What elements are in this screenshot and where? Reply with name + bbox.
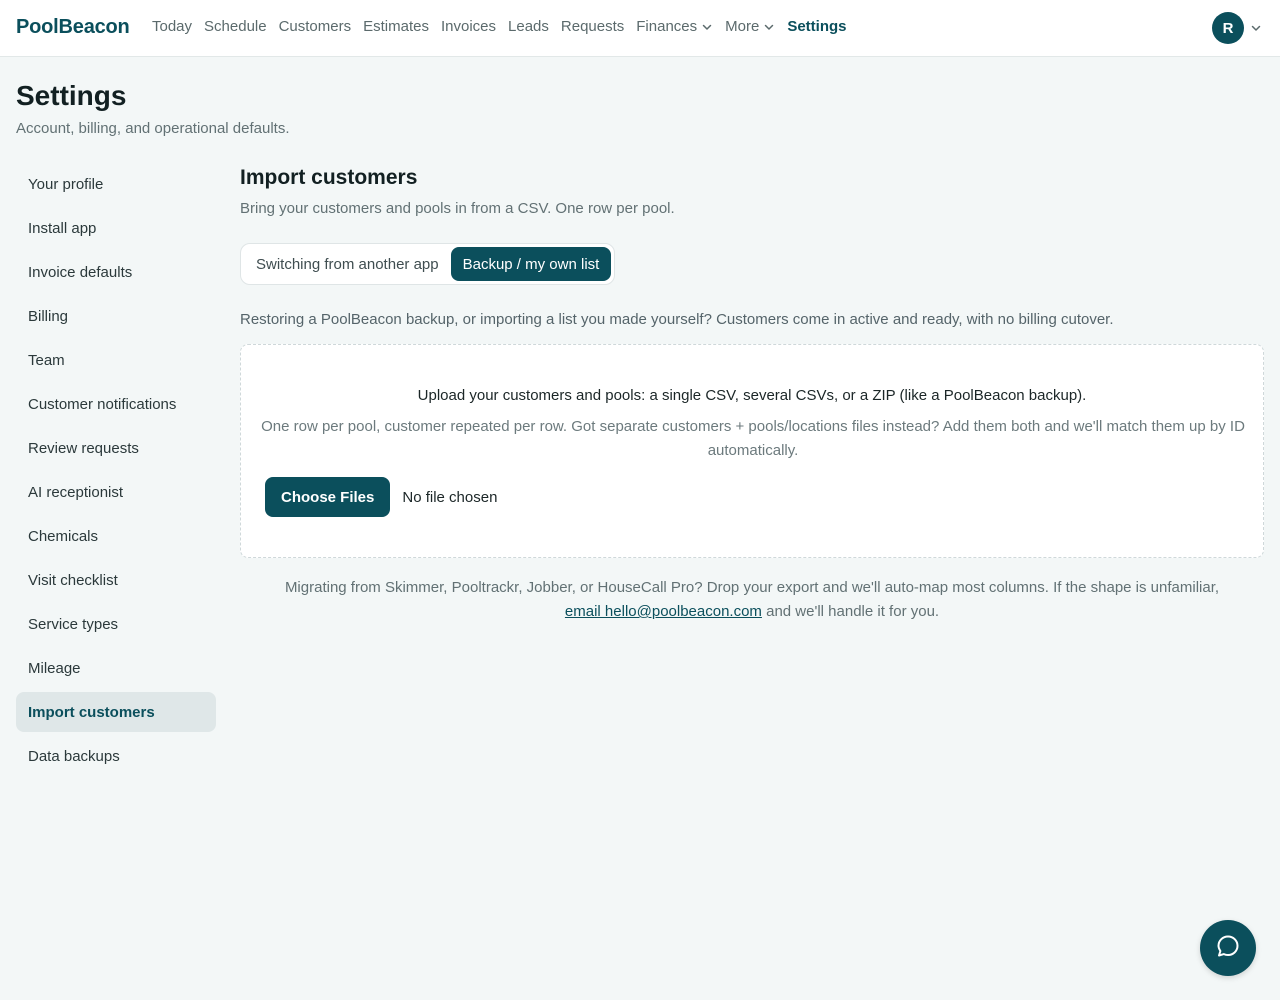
nav-item-label: Schedule xyxy=(204,18,267,35)
brand-logo[interactable]: PoolBeacon xyxy=(16,16,130,39)
email-support-link[interactable]: email hello@poolbeacon.com xyxy=(565,603,762,620)
section-description: Bring your customers and pools in from a… xyxy=(240,200,675,217)
sidebar-item-visit-checklist[interactable]: Visit checklist xyxy=(16,560,216,600)
nav-item-label: Finances xyxy=(636,18,698,35)
migration-note-text: Migrating from Skimmer, Pooltrackr, Jobb… xyxy=(284,579,1220,596)
top-navigation-bar: PoolBeacon Today Schedule Customers Esti… xyxy=(0,0,1280,57)
sidebar-item-your-profile[interactable]: Your profile xyxy=(16,164,216,204)
page-title: Settings xyxy=(16,80,127,111)
nav-item-schedule[interactable]: Schedule xyxy=(204,18,267,35)
nav-item-label: Customers xyxy=(278,18,352,35)
chevron-down-icon xyxy=(701,21,713,33)
nav-item-label: More xyxy=(725,18,760,35)
sidebar-item-team[interactable]: Team xyxy=(16,340,216,380)
sidebar-item-import-customers[interactable]: Import customers xyxy=(16,692,216,732)
page-subtitle: Account, billing, and operational defaul… xyxy=(16,120,290,137)
import-customers-panel: Import customers Bring your customers an… xyxy=(240,164,1264,624)
chat-bubble-icon xyxy=(1215,933,1241,964)
sidebar-item-install-app[interactable]: Install app xyxy=(16,208,216,248)
nav-item-estimates[interactable]: Estimates xyxy=(363,18,429,35)
migration-note-suffix: and we'll handle it for you. xyxy=(766,603,940,620)
mode-description: Restoring a PoolBeacon backup, or import… xyxy=(240,311,1114,328)
file-status: No file chosen xyxy=(402,488,498,506)
mode-backup-own-list[interactable]: Backup / my own list xyxy=(450,247,612,281)
nav-item-label: Requests xyxy=(560,18,625,35)
nav-item-invoices[interactable]: Invoices xyxy=(441,18,496,35)
sidebar-item-ai-receptionist[interactable]: AI receptionist xyxy=(16,472,216,512)
nav-item-label: Today xyxy=(152,18,193,35)
sidebar-item-invoice-defaults[interactable]: Invoice defaults xyxy=(16,252,216,292)
nav-item-settings[interactable]: Settings xyxy=(787,18,846,35)
choose-files-button[interactable]: Choose Files xyxy=(265,477,391,517)
dropzone-instructions: One row per pool, customer repeated per … xyxy=(261,418,1245,459)
sidebar-item-billing[interactable]: Billing xyxy=(16,296,216,336)
section-title: Import customers xyxy=(240,166,418,189)
sidebar-item-customer-notifications[interactable]: Customer notifications xyxy=(16,384,216,424)
file-input: Choose Files No file chosen xyxy=(265,477,497,517)
nav-item-requests[interactable]: Requests xyxy=(561,18,624,35)
sidebar-item-data-backups[interactable]: Data backups xyxy=(16,736,216,776)
nav-item-leads[interactable]: Leads xyxy=(508,18,549,35)
settings-sidebar: Your profile Install app Invoice default… xyxy=(16,164,216,780)
dropzone-title: Upload your customers and pools: a singl… xyxy=(417,387,1087,404)
sidebar-item-chemicals[interactable]: Chemicals xyxy=(16,516,216,556)
nav-item-label: Leads xyxy=(508,18,549,35)
nav-item-customers[interactable]: Customers xyxy=(279,18,352,35)
sidebar-item-mileage[interactable]: Mileage xyxy=(16,648,216,688)
sidebar-item-service-types[interactable]: Service types xyxy=(16,604,216,644)
migration-note: Migrating from Skimmer, Pooltrackr, Jobb… xyxy=(240,576,1264,624)
user-menu[interactable]: R xyxy=(1212,12,1262,44)
avatar: R xyxy=(1212,12,1244,44)
chevron-down-icon xyxy=(1250,22,1262,34)
sidebar-item-review-requests[interactable]: Review requests xyxy=(16,428,216,468)
nav-item-finances[interactable]: Finances xyxy=(636,18,713,35)
nav-item-label: Settings xyxy=(787,18,847,35)
chat-button[interactable] xyxy=(1200,920,1256,976)
nav-item-more[interactable]: More xyxy=(725,18,775,35)
import-mode-toggle: Switching from another app Backup / my o… xyxy=(240,243,616,285)
mode-switching-from-another-app[interactable]: Switching from another app xyxy=(244,247,451,281)
chevron-down-icon xyxy=(763,21,775,33)
nav-item-label: Invoices xyxy=(440,18,497,35)
file-dropzone[interactable]: Upload your customers and pools: a singl… xyxy=(240,344,1264,558)
nav-item-today[interactable]: Today xyxy=(152,18,192,35)
nav-item-label: Estimates xyxy=(363,18,429,35)
main-nav: Today Schedule Customers Estimates Invoi… xyxy=(152,18,859,35)
